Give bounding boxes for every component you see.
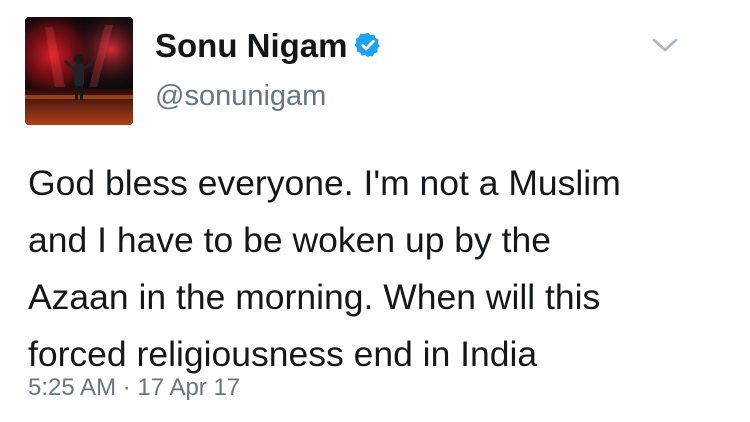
tweet-text-line: Azaan in the morning. When will this — [28, 277, 601, 317]
tweet-text-line: and I have to be woken up by the — [28, 220, 552, 260]
avatar-image — [25, 17, 133, 125]
tweet-card: Sonu Nigam @sonunigam God bless everyone… — [0, 0, 750, 422]
display-name-text[interactable]: Sonu Nigam — [155, 27, 348, 64]
display-name[interactable]: Sonu Nigam — [155, 24, 382, 68]
tweet-time[interactable]: 5:25 AM — [28, 374, 116, 401]
tweet-menu-button[interactable] — [650, 34, 680, 56]
tweet-date[interactable]: 17 Apr 17 — [137, 374, 240, 401]
chevron-down-icon — [652, 38, 678, 52]
avatar[interactable] — [25, 17, 133, 125]
tweet-timestamp[interactable]: 5:25 AM · 17 Apr 17 — [28, 372, 240, 404]
tweet-text-line: God bless everyone. I'm not a Muslim — [28, 163, 621, 203]
username-handle[interactable]: @sonunigam — [155, 76, 326, 116]
verified-badge-icon — [354, 33, 380, 58]
timestamp-separator: · — [122, 374, 131, 401]
tweet-text: God bless everyone. I'm not a Muslim and… — [28, 155, 728, 383]
